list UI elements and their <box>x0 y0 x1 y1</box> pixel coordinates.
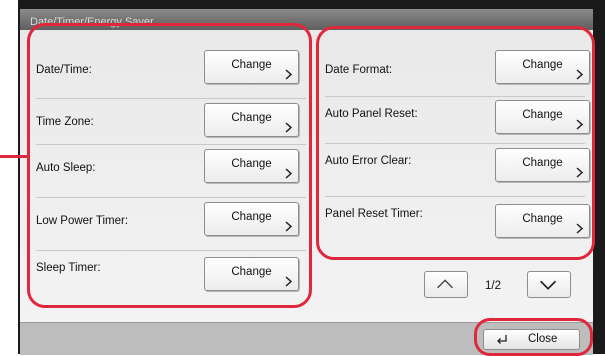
window-left-frame <box>0 0 21 354</box>
chevron-right-icon <box>285 168 292 179</box>
setting-row-date-format: Date Format: Change <box>325 46 590 94</box>
setting-row-date-time: Date/Time: Change <box>36 46 306 94</box>
chevron-right-icon <box>576 119 583 130</box>
chevron-right-icon <box>285 276 292 287</box>
callout-connector <box>0 155 27 158</box>
setting-row-auto-panel-reset: Auto Panel Reset: Change <box>325 90 590 138</box>
change-auto-panel-reset-button[interactable]: Change <box>495 100 590 134</box>
chevron-up-icon <box>437 279 453 289</box>
change-auto-error-clear-button[interactable]: Change <box>495 148 590 182</box>
setting-label-auto-panel-reset: Auto Panel Reset: <box>325 108 418 120</box>
setting-row-auto-error-clear: Auto Error Clear: Change <box>325 137 590 185</box>
page-down-button[interactable] <box>527 271 571 298</box>
change-panel-reset-timer-button[interactable]: Change <box>495 204 590 238</box>
page-indicator: 1/2 <box>485 280 501 292</box>
window-right-frame <box>593 0 605 354</box>
change-date-time-button[interactable]: Change <box>204 50 299 84</box>
chevron-right-icon <box>285 221 292 232</box>
chevron-right-icon <box>285 69 292 80</box>
setting-label-date-time: Date/Time: <box>36 64 92 76</box>
change-time-zone-button[interactable]: Change <box>204 103 299 137</box>
setting-label-date-format: Date Format: <box>325 64 393 76</box>
chevron-right-icon <box>285 122 292 133</box>
setting-label-panel-reset-timer: Panel Reset Timer: <box>325 208 423 220</box>
setting-row-sleep-timer: Sleep Timer: Change <box>36 250 306 298</box>
chevron-down-icon <box>540 280 557 290</box>
return-icon <box>497 335 507 344</box>
close-button-label: Close <box>528 333 558 345</box>
setting-row-panel-reset-timer: Panel Reset Timer: Change <box>325 190 590 238</box>
window-title: Date/Timer/Energy Saver <box>20 9 593 30</box>
change-date-format-button[interactable]: Change <box>495 50 590 84</box>
change-sleep-timer-button[interactable]: Change <box>204 257 299 291</box>
setting-row-low-power-timer: Low Power Timer: Change <box>36 197 306 245</box>
setting-label-time-zone: Time Zone: <box>36 116 94 128</box>
setting-row-time-zone: Time Zone: Change <box>36 98 306 146</box>
chevron-right-icon <box>576 167 583 178</box>
setting-label-auto-error-clear: Auto Error Clear: <box>325 155 412 167</box>
settings-panel: Date/Time: Change Time Zone: Change Auto… <box>20 30 593 322</box>
page-up-button[interactable] <box>424 271 468 298</box>
setting-label-low-power-timer: Low Power Timer: <box>36 215 129 227</box>
chevron-right-icon <box>576 223 583 234</box>
change-auto-sleep-button[interactable]: Change <box>204 149 299 183</box>
setting-row-auto-sleep: Auto Sleep: Change <box>36 144 306 192</box>
chevron-right-icon <box>576 69 583 80</box>
setting-label-auto-sleep: Auto Sleep: <box>36 162 96 174</box>
change-low-power-timer-button[interactable]: Change <box>204 202 299 236</box>
close-button[interactable]: Close <box>483 329 580 350</box>
setting-label-sleep-timer: Sleep Timer: <box>36 262 101 274</box>
